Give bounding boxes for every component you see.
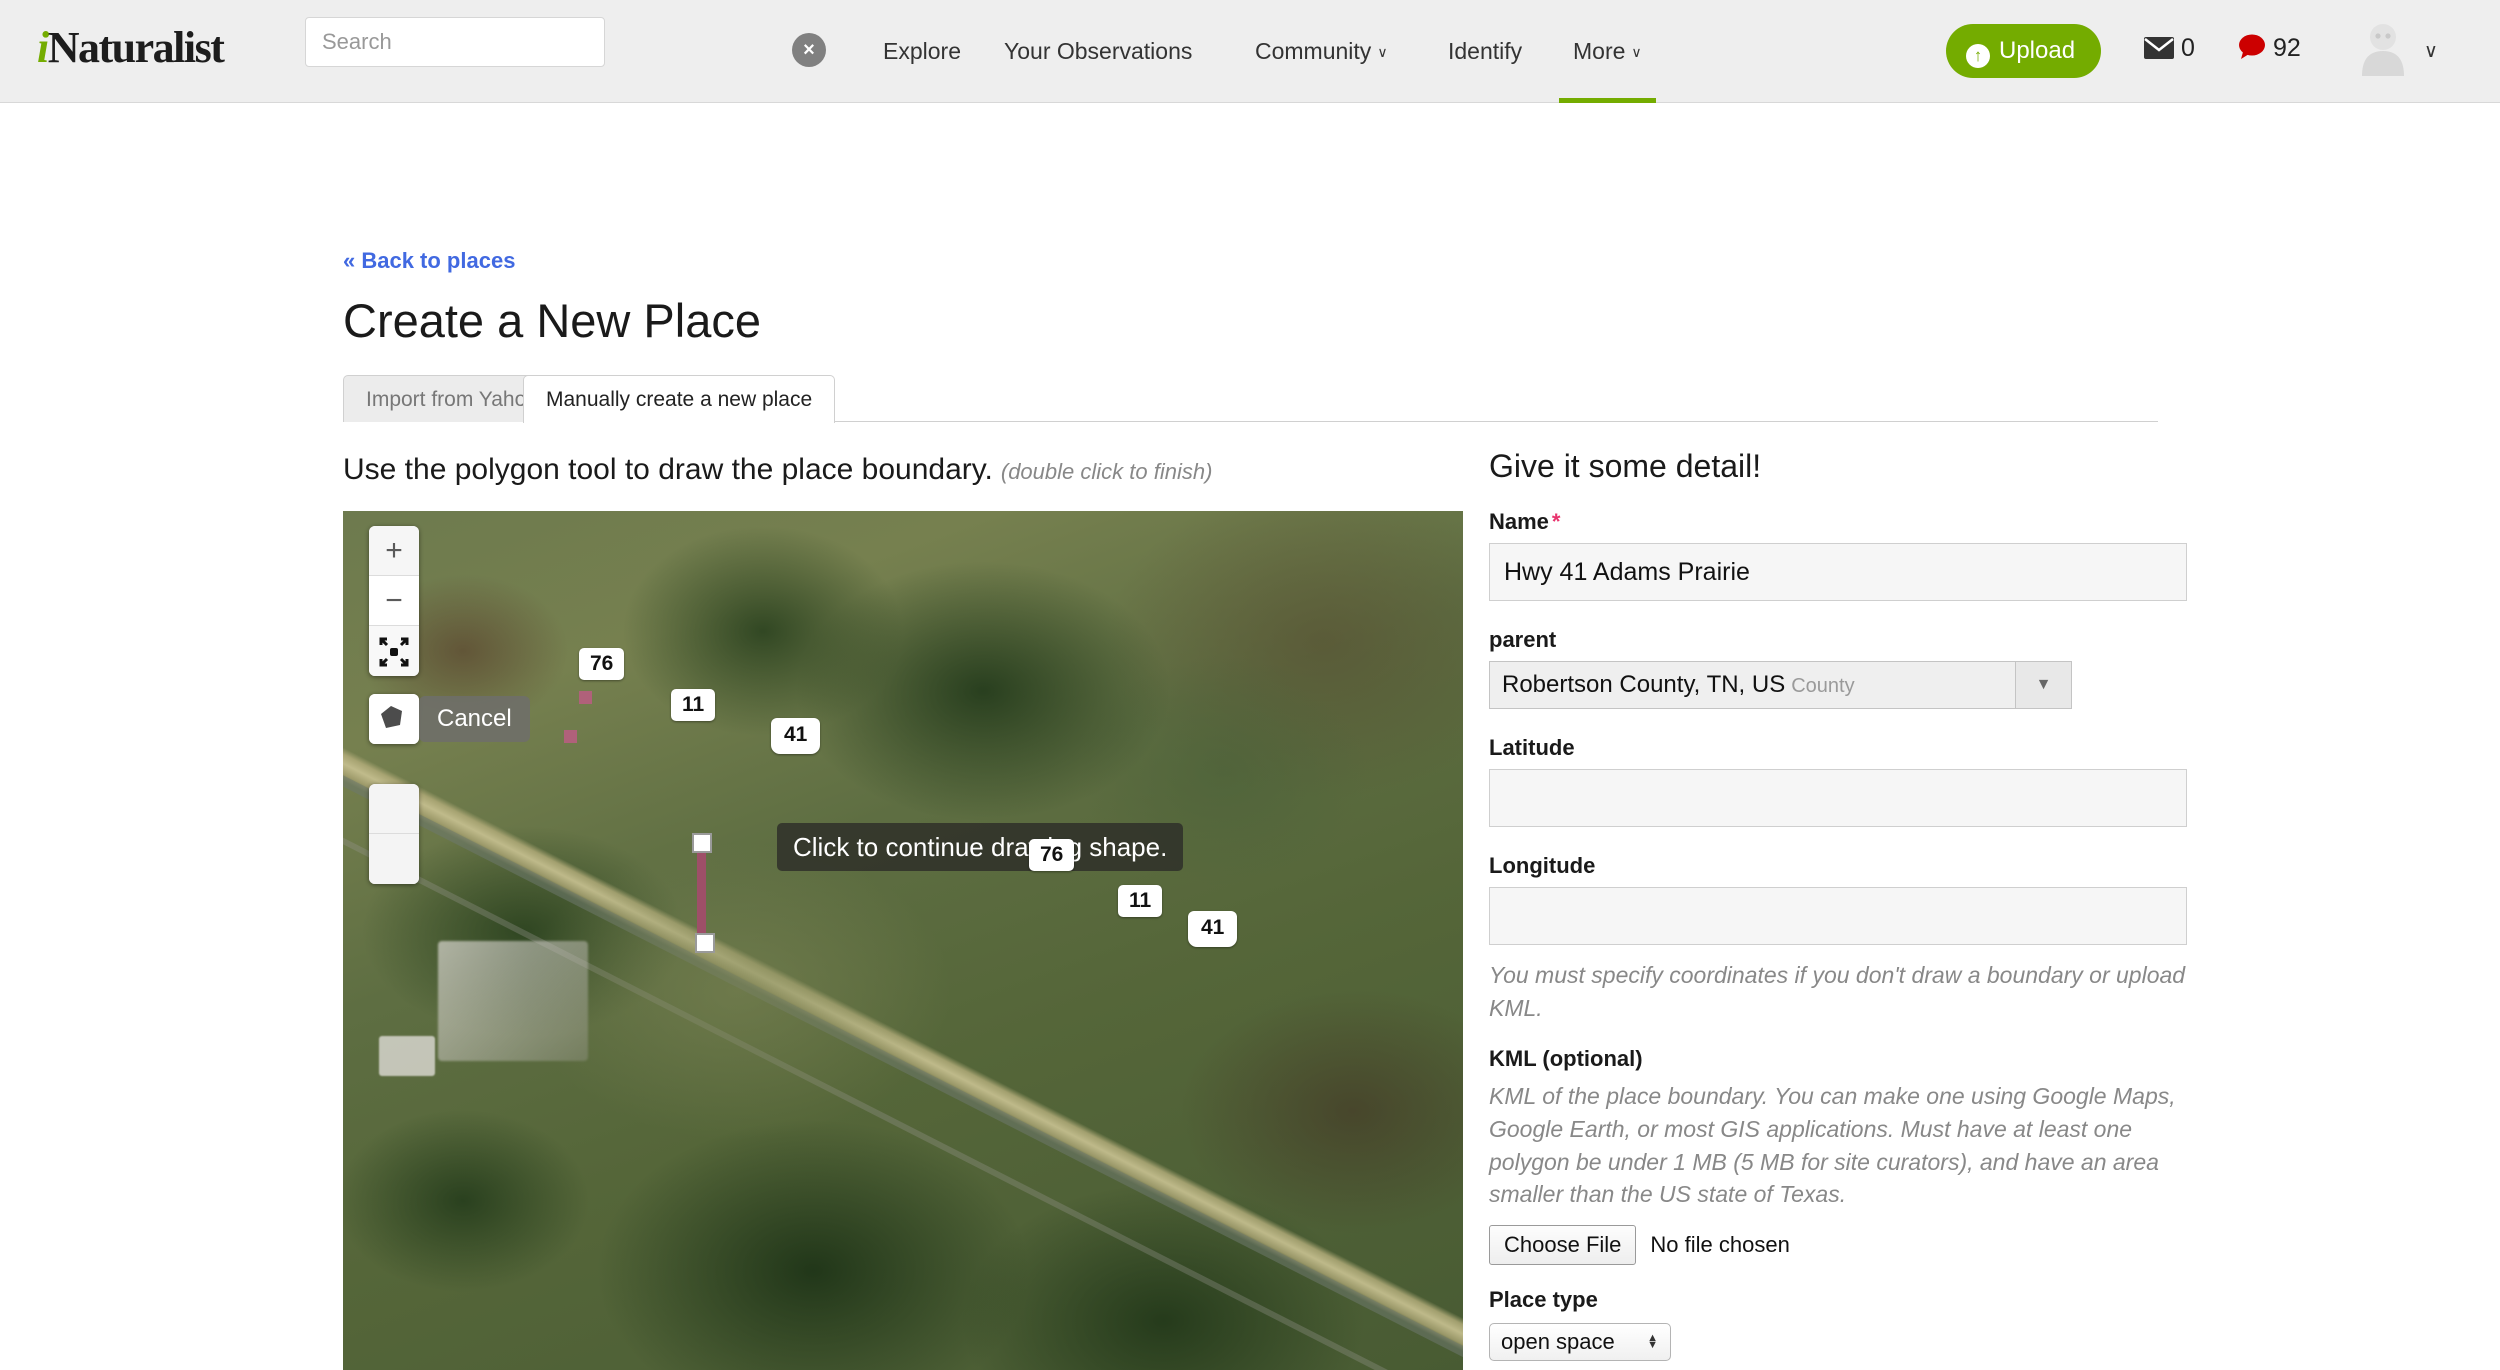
parent-value-text: Robertson County, TN, US xyxy=(1502,671,1786,698)
tab-bar: Import from Yahoo Manually create a new … xyxy=(343,375,2158,423)
notifications-link[interactable]: 92 xyxy=(2238,34,2301,63)
kml-file-row: Choose File No file chosen xyxy=(1489,1224,2189,1265)
name-input[interactable] xyxy=(1489,543,2187,601)
mail-count: 0 xyxy=(2181,34,2195,62)
place-type-select[interactable]: open space ▲ ▼ xyxy=(1489,1322,1671,1361)
map-instruction-text: Use the polygon tool to draw the place b… xyxy=(343,453,993,486)
nav-label: Explore xyxy=(883,38,961,64)
polygon-draw-icon[interactable] xyxy=(369,694,419,744)
upload-label: Upload xyxy=(1999,37,2076,64)
map-instruction-heading: Use the polygon tool to draw the place b… xyxy=(343,453,1212,487)
polygon-vertex-marker[interactable] xyxy=(579,691,592,704)
chevron-down-icon: ∨ xyxy=(1631,44,1642,60)
parent-select[interactable]: Robertson County, TN, US County ▼ xyxy=(1489,661,2072,709)
speech-bubble-icon xyxy=(2239,34,2265,59)
highway-shield: 11 xyxy=(671,689,716,721)
required-asterisk: * xyxy=(1551,509,1561,534)
upload-button[interactable]: ↑ Upload xyxy=(1946,24,2102,78)
no-file-chosen-text: No file chosen xyxy=(1650,1231,1790,1257)
polygon-vertex-handle[interactable] xyxy=(692,833,712,853)
nav-item-more[interactable]: More ∨ xyxy=(1559,0,1656,103)
zoom-in-button[interactable]: + xyxy=(369,526,419,576)
place-boundary-map[interactable]: + − Cancel Click to continue drawing sha… xyxy=(343,511,1463,1370)
nav-item-explore[interactable]: Explore xyxy=(869,0,975,103)
highway-shield: 76 xyxy=(1029,839,1075,871)
polygon-edge xyxy=(697,844,706,944)
name-label-text: Name xyxy=(1489,509,1549,534)
logo-wordmark: Naturalist xyxy=(47,23,225,72)
place-type-label: Place type xyxy=(1489,1286,1598,1312)
messages-mail-link[interactable]: 0 xyxy=(2144,34,2195,63)
upload-arrow-icon: ↑ xyxy=(1966,44,1990,68)
drawing-hint-tooltip: Click to continue drawing shape. xyxy=(777,823,1184,871)
kml-help-text: KML of the place boundary. You can make … xyxy=(1489,1083,2176,1208)
nav-label: Your Observations xyxy=(1004,38,1193,64)
building-rooftop xyxy=(438,941,588,1061)
parent-value: Robertson County, TN, US County xyxy=(1490,671,1855,699)
stepper-arrows-icon: ▲ ▼ xyxy=(1647,1331,1658,1351)
chevron-down-icon[interactable]: ∨ xyxy=(2424,40,2438,63)
latitude-label: Latitude xyxy=(1489,735,1575,760)
polygon-vertex-marker[interactable] xyxy=(564,730,577,743)
map-draw-control xyxy=(369,694,419,744)
map-zoom-control: + − xyxy=(369,526,419,676)
user-avatar-icon[interactable] xyxy=(2355,20,2411,76)
parent-place-type: County xyxy=(1791,675,1855,697)
highway-shield: 41 xyxy=(1188,911,1238,947)
parent-label: parent xyxy=(1489,627,1557,652)
nav-label: More xyxy=(1573,38,1626,64)
nav-item-community[interactable]: Community ∨ xyxy=(1241,0,1402,103)
longitude-input[interactable] xyxy=(1489,887,2187,945)
zoom-out-button[interactable]: − xyxy=(369,576,419,626)
logo-i-leaf: i xyxy=(37,23,49,72)
nav-item-identify[interactable]: Identify xyxy=(1434,0,1536,103)
highway-shield: 11 xyxy=(1118,885,1163,917)
name-label: Name * xyxy=(1489,509,2189,535)
place-detail-form: Give it some detail! Name* parent Robert… xyxy=(1489,448,2189,1370)
longitude-label: Longitude xyxy=(1489,853,1596,878)
coordinates-help-text: You must specify coordinates if you don'… xyxy=(1489,962,2186,1021)
place-type-value: open space xyxy=(1501,1328,1615,1354)
map-instruction-hint: (double click to finish) xyxy=(1000,459,1213,484)
back-to-places-link[interactable]: « Back to places xyxy=(343,248,515,274)
chevron-down-icon: ∨ xyxy=(1377,44,1388,60)
notification-count: 92 xyxy=(2273,34,2301,62)
delete-layers-button xyxy=(369,834,419,884)
fullscreen-icon[interactable] xyxy=(369,626,419,676)
page-title: Create a New Place xyxy=(343,294,761,347)
inaturalist-logo[interactable]: iNaturalist xyxy=(37,22,225,73)
clear-icon[interactable]: × xyxy=(792,33,826,67)
nav-label: Community xyxy=(1255,38,1372,64)
nav-item-your-observations[interactable]: Your Observations xyxy=(990,0,1206,103)
building-rooftop-secondary xyxy=(379,1036,435,1076)
polygon-vertex-handle[interactable] xyxy=(695,933,715,953)
search-input[interactable] xyxy=(305,17,605,67)
map-edit-control xyxy=(369,784,419,884)
draw-cancel-tooltip[interactable]: Cancel xyxy=(419,696,530,742)
choose-file-button[interactable]: Choose File xyxy=(1489,1224,1637,1265)
kml-label: KML (optional) xyxy=(1489,1046,1643,1072)
site-header: iNaturalist × Explore Your Observations … xyxy=(0,0,2500,103)
search-wrapper xyxy=(305,17,605,67)
chevron-down-icon[interactable]: ▼ xyxy=(2015,662,2071,708)
highway-shield: 76 xyxy=(579,648,625,680)
highway-shield: 41 xyxy=(771,718,821,754)
envelope-icon xyxy=(2144,37,2174,59)
nav-label: Identify xyxy=(1448,38,1523,64)
form-title: Give it some detail! xyxy=(1489,448,1762,484)
latitude-input[interactable] xyxy=(1489,769,2187,827)
edit-layers-button xyxy=(369,784,419,834)
tab-manually-create[interactable]: Manually create a new place xyxy=(523,375,836,423)
